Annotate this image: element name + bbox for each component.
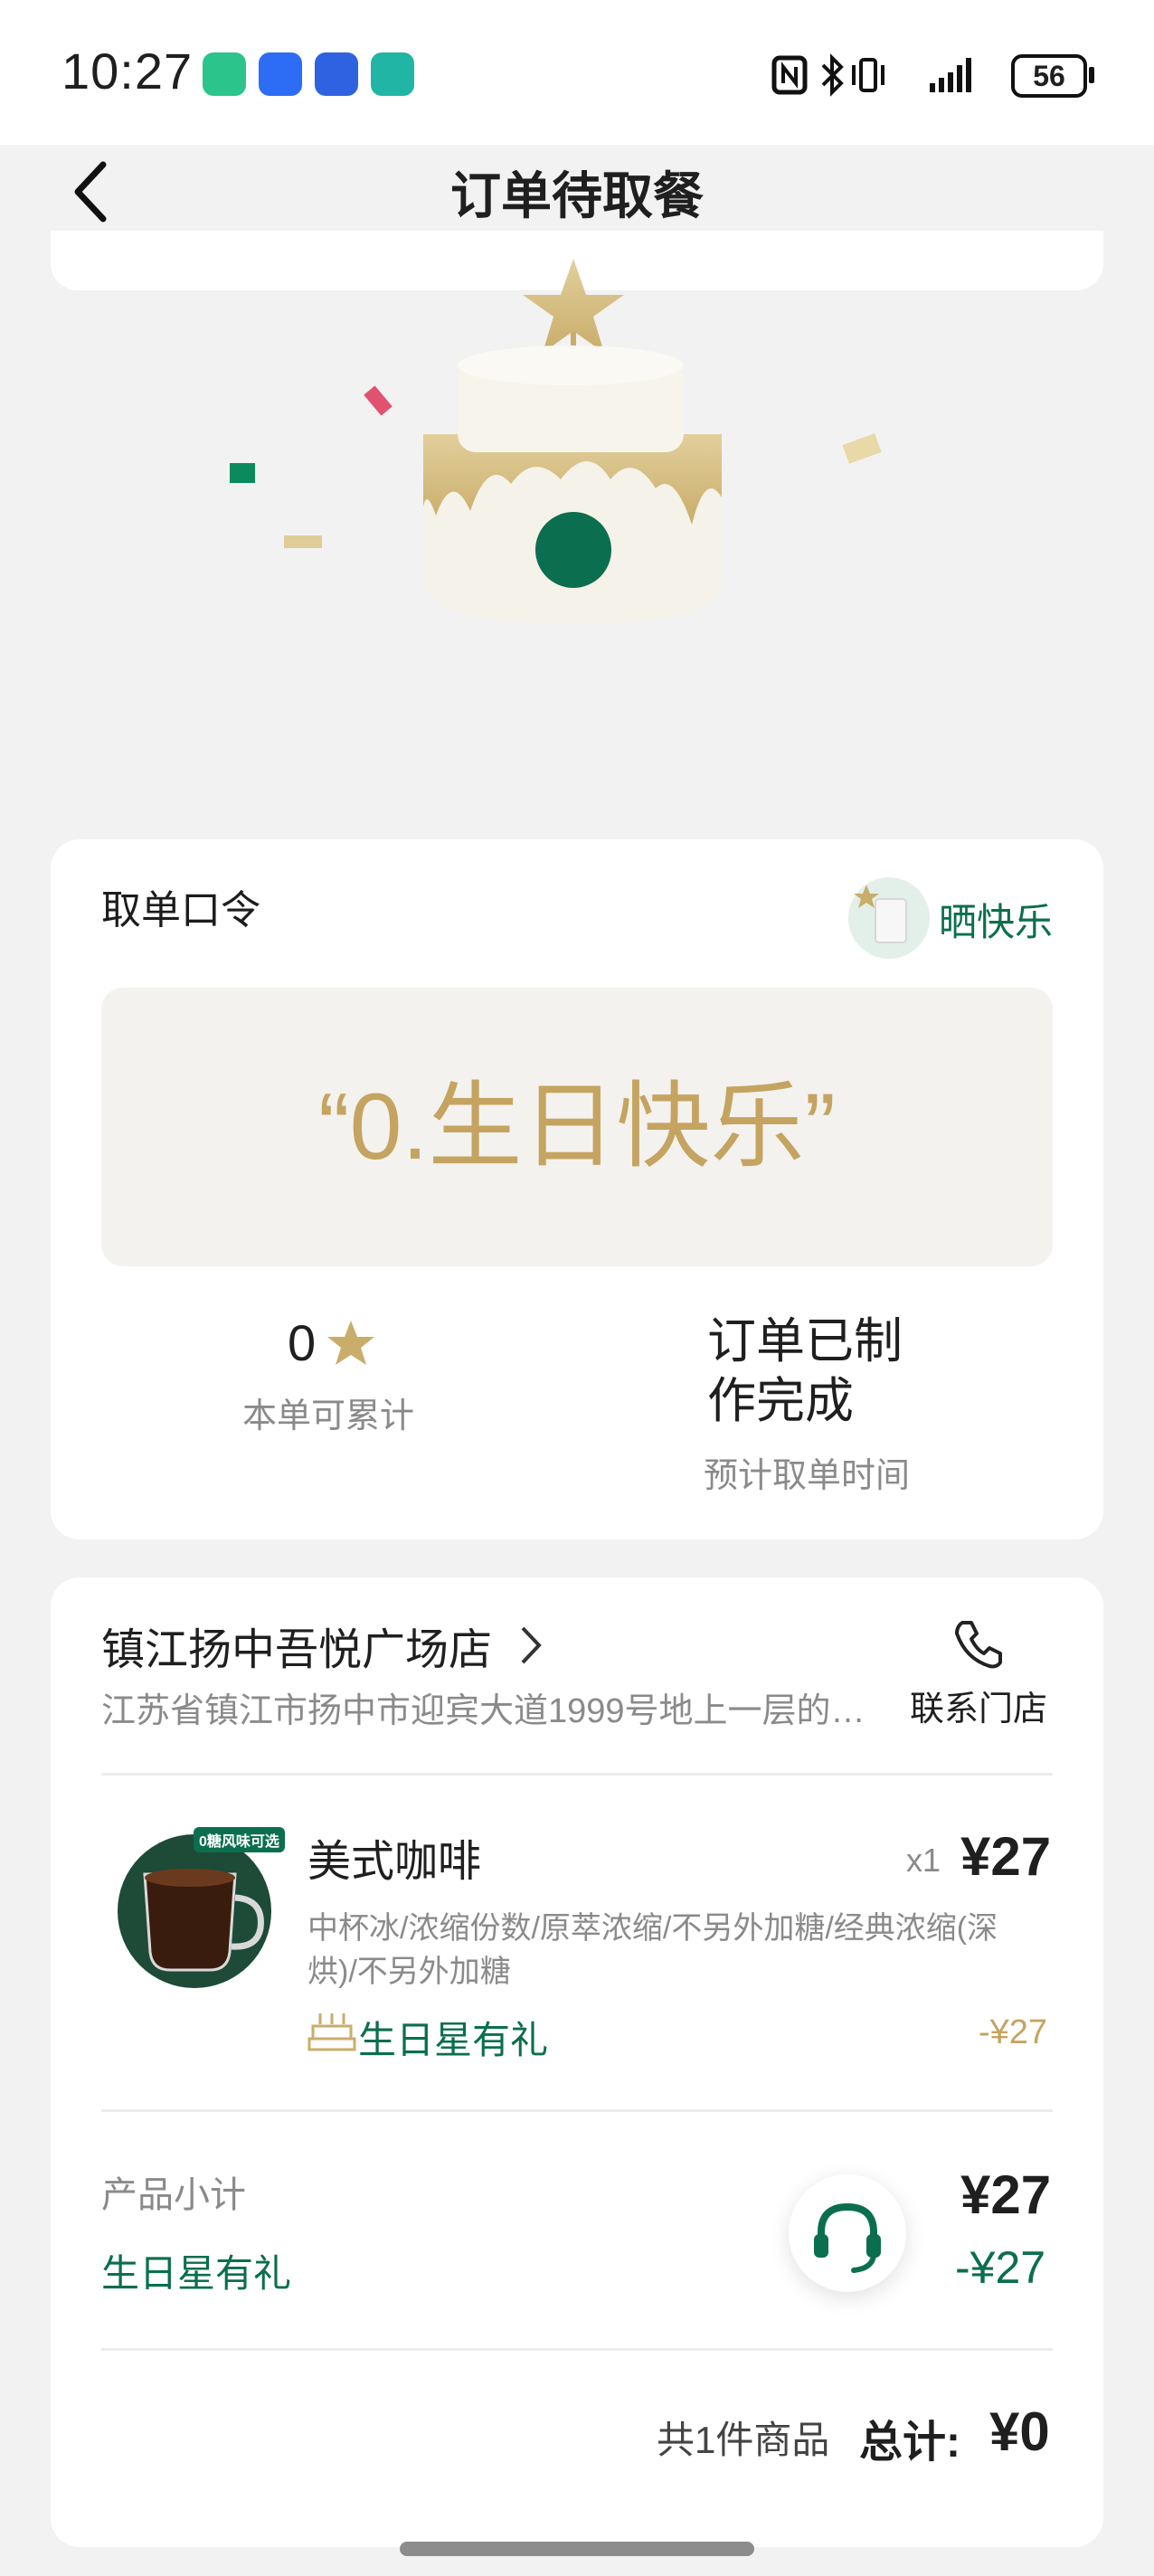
chevron-right-icon[interactable] [517,1624,544,1666]
store-address: 江苏省镇江市扬中市迎宾大道1999号地上一层的… [101,1692,866,1730]
birthday-promo-discount: -¥27 [979,2013,1048,2051]
product-qty: x1 [906,1842,941,1879]
stars-caption: 本单可累计 [242,1397,415,1435]
subtotal-label: 产品小计 [101,2175,246,2215]
battery-tip [1089,67,1094,83]
store-name[interactable]: 镇江扬中吾悦广场店 [101,1614,492,1677]
total-value: ¥0 [989,2401,1050,2462]
wallet-icon [315,52,358,96]
item-count: 共1件商品 [657,2419,830,2461]
headset-icon [814,2202,881,2273]
page-title: 订单待取餐 [450,167,704,224]
phone-icon[interactable] [951,1617,1006,1672]
battery-indicator: 56 [1011,54,1087,98]
star-icon [327,1321,374,1365]
link-icon [371,52,414,96]
mi-home-icon [203,52,246,96]
product-name: 美式咖啡 [307,1838,482,1886]
status-indicators [771,53,971,97]
divider [101,2109,1053,2112]
status-time: 10:27 [61,43,194,99]
summary-promo-value: -¥27 [955,2242,1046,2293]
divider [101,2348,1053,2351]
product-spec-line1: 中杯冰/浓缩份数/原萃浓缩/不另外加糖/经典浓缩(深 [307,1911,998,1946]
pickup-time-caption: 预计取单时间 [704,1457,911,1495]
product-image [118,1834,271,1988]
birthday-cake-illustration [230,259,882,624]
order-status: 订单已制 作完成 [707,1312,903,1431]
summary-promo-label: 生日星有礼 [101,2252,292,2295]
messages-icon [259,52,302,96]
divider [101,1773,1053,1776]
subtotal-value: ¥27 [960,2164,1052,2225]
product-spec-line2: 烘)/不另外加糖 [307,1955,511,1989]
stars-value: 0 [288,1314,317,1371]
product-specs: 中杯冰/浓缩份数/原萃浓缩/不另外加糖/经典浓缩(深 烘)/不另外加糖 [307,1907,1049,1994]
product-price: ¥27 [960,1826,1052,1887]
pickup-heading: 取单口令 [101,888,260,933]
signal-icon [930,58,971,92]
home-indicator[interactable] [400,2542,754,2556]
order-status-line1: 订单已制 [707,1314,903,1368]
cake-icon [307,2013,356,2051]
total-label: 总计: [859,2419,960,2467]
product-badge: 0糖风味可选 [194,1827,285,1852]
pickup-code: “0.生日快乐” [317,1075,836,1179]
vibrate-icon [852,58,884,92]
customer-service-button[interactable] [789,2174,906,2292]
nfc-icon [771,55,808,95]
share-joy-link[interactable]: 晒快乐 [939,892,1053,947]
bluetooth-icon [821,53,844,97]
birthday-promo-label: 生日星有礼 [358,2019,549,2061]
share-cup-icon[interactable] [848,877,930,959]
order-status-line2: 作完成 [707,1374,854,1428]
contact-store-button[interactable]: 联系门店 [910,1681,1047,1730]
